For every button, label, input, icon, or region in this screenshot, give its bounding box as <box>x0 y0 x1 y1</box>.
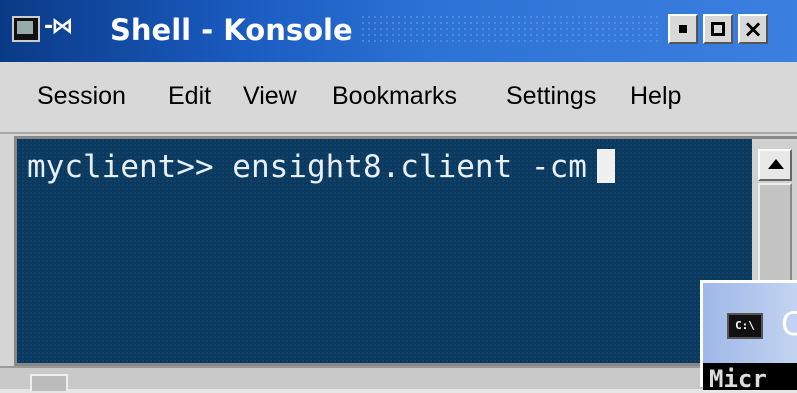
close-icon: × <box>742 15 764 43</box>
window-title: Shell - Konsole <box>110 13 353 47</box>
cmd-title: C <box>781 305 797 343</box>
close-button[interactable]: × <box>738 14 768 44</box>
cmd-console[interactable]: Micr <box>703 363 797 393</box>
terminal-icon[interactable] <box>12 16 40 42</box>
terminal-area[interactable]: myclient>> ensight8.client -cm <box>17 139 752 363</box>
titlebar-texture <box>360 14 660 46</box>
command-text: myclient>> ensight8.client -cm <box>27 149 587 185</box>
maximize-button[interactable] <box>703 14 733 44</box>
menu-view[interactable]: View <box>243 82 297 111</box>
maximize-icon <box>711 22 725 36</box>
menu-bookmarks[interactable]: Bookmarks <box>332 82 457 111</box>
terminal-frame: myclient>> ensight8.client -cm <box>14 136 797 366</box>
tab-bar <box>0 366 797 391</box>
minimize-button[interactable] <box>668 14 698 44</box>
title-bar[interactable]: -⋈ Shell - Konsole × <box>0 0 797 62</box>
sticky-icon[interactable]: -⋈ <box>44 14 73 39</box>
menu-edit[interactable]: Edit <box>168 82 211 111</box>
cmd-window[interactable]: C:\ C Micr <box>700 280 797 393</box>
menu-session[interactable]: Session <box>37 82 126 111</box>
minimize-icon <box>679 25 687 33</box>
session-tab[interactable] <box>30 374 68 391</box>
cmd-title-bar[interactable]: C:\ C <box>703 283 797 363</box>
text-cursor <box>596 149 615 183</box>
terminal-line: myclient>> ensight8.client -cm <box>27 149 615 185</box>
menu-help[interactable]: Help <box>630 82 681 111</box>
menu-bar: Session Edit View Bookmarks Settings Hel… <box>0 62 797 134</box>
menu-settings[interactable]: Settings <box>506 82 596 111</box>
konsole-window: -⋈ Shell - Konsole × Session Edit View B… <box>0 0 797 391</box>
cmd-text: Micr <box>709 365 767 393</box>
cmd-icon: C:\ <box>727 313 763 339</box>
scroll-up-arrow-icon[interactable] <box>758 149 792 181</box>
